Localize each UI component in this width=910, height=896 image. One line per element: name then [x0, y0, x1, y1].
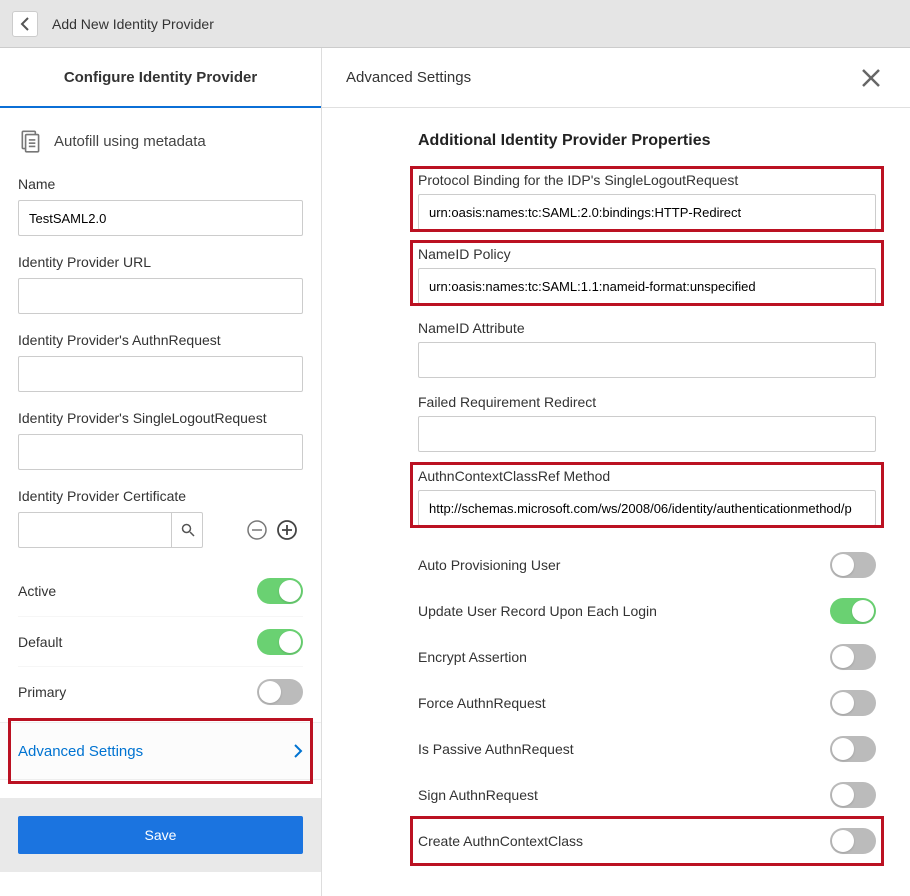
encrypt-label: Encrypt Assertion — [418, 649, 527, 665]
failed-redirect-input[interactable] — [418, 416, 876, 452]
update-user-toggle[interactable] — [830, 598, 876, 624]
remove-cert-button[interactable] — [245, 518, 269, 542]
name-input[interactable] — [18, 200, 303, 236]
save-button[interactable]: Save — [18, 816, 303, 854]
cert-label: Identity Provider Certificate — [18, 488, 303, 504]
force-authn-toggle[interactable] — [830, 690, 876, 716]
protocol-binding-input[interactable] — [418, 194, 876, 230]
is-passive-toggle[interactable] — [830, 736, 876, 762]
sign-authn-toggle[interactable] — [830, 782, 876, 808]
authn-input[interactable] — [18, 356, 303, 392]
chevron-left-icon — [20, 17, 30, 31]
authn-context-label: AuthnContextClassRef Method — [418, 468, 876, 484]
right-header-title: Advanced Settings — [346, 69, 471, 86]
nameid-policy-input[interactable] — [418, 268, 876, 304]
right-panel: Advanced Settings Additional Identity Pr… — [322, 48, 910, 896]
url-input[interactable] — [18, 278, 303, 314]
active-toggle[interactable] — [257, 578, 303, 604]
active-label: Active — [18, 583, 56, 599]
left-header: Configure Identity Provider — [0, 48, 321, 108]
url-label: Identity Provider URL — [18, 254, 303, 270]
close-icon — [860, 67, 882, 89]
add-cert-button[interactable] — [275, 518, 299, 542]
create-authn-label: Create AuthnContextClass — [418, 833, 583, 849]
protocol-binding-label: Protocol Binding for the IDP's SingleLog… — [418, 172, 876, 188]
close-button[interactable] — [856, 63, 886, 93]
force-authn-label: Force AuthnRequest — [418, 695, 546, 711]
encrypt-toggle[interactable] — [830, 644, 876, 670]
is-passive-label: Is Passive AuthnRequest — [418, 741, 574, 757]
minus-circle-icon — [246, 519, 268, 541]
top-bar: Add New Identity Provider — [0, 0, 910, 48]
update-user-label: Update User Record Upon Each Login — [418, 603, 657, 619]
failed-redirect-label: Failed Requirement Redirect — [418, 394, 876, 410]
auto-prov-toggle[interactable] — [830, 552, 876, 578]
autofill-label: Autofill using metadata — [54, 133, 206, 150]
authn-label: Identity Provider's AuthnRequest — [18, 332, 303, 348]
plus-circle-icon — [276, 519, 298, 541]
left-panel: Configure Identity Provider Autofill usi… — [0, 48, 322, 896]
primary-toggle[interactable] — [257, 679, 303, 705]
create-authn-toggle[interactable] — [830, 828, 876, 854]
slo-label: Identity Provider's SingleLogoutRequest — [18, 410, 303, 426]
cert-search-button[interactable] — [171, 512, 203, 548]
nameid-attribute-input[interactable] — [418, 342, 876, 378]
auto-prov-label: Auto Provisioning User — [418, 557, 560, 573]
back-button[interactable] — [12, 11, 38, 37]
page-title: Add New Identity Provider — [52, 16, 214, 32]
chevron-right-icon — [293, 743, 303, 759]
nameid-attribute-label: NameID Attribute — [418, 320, 876, 336]
sign-authn-label: Sign AuthnRequest — [418, 787, 538, 803]
primary-label: Primary — [18, 684, 66, 700]
default-toggle[interactable] — [257, 629, 303, 655]
default-label: Default — [18, 634, 62, 650]
search-icon — [181, 523, 195, 537]
slo-input[interactable] — [18, 434, 303, 470]
section-title: Additional Identity Provider Properties — [418, 132, 876, 150]
name-label: Name — [18, 176, 303, 192]
authn-context-input[interactable] — [418, 490, 876, 526]
document-icon — [18, 128, 44, 154]
nameid-policy-label: NameID Policy — [418, 246, 876, 262]
advanced-settings-label: Advanced Settings — [18, 743, 143, 760]
autofill-metadata-link[interactable]: Autofill using metadata — [18, 128, 303, 154]
advanced-settings-link[interactable]: Advanced Settings — [0, 722, 321, 780]
